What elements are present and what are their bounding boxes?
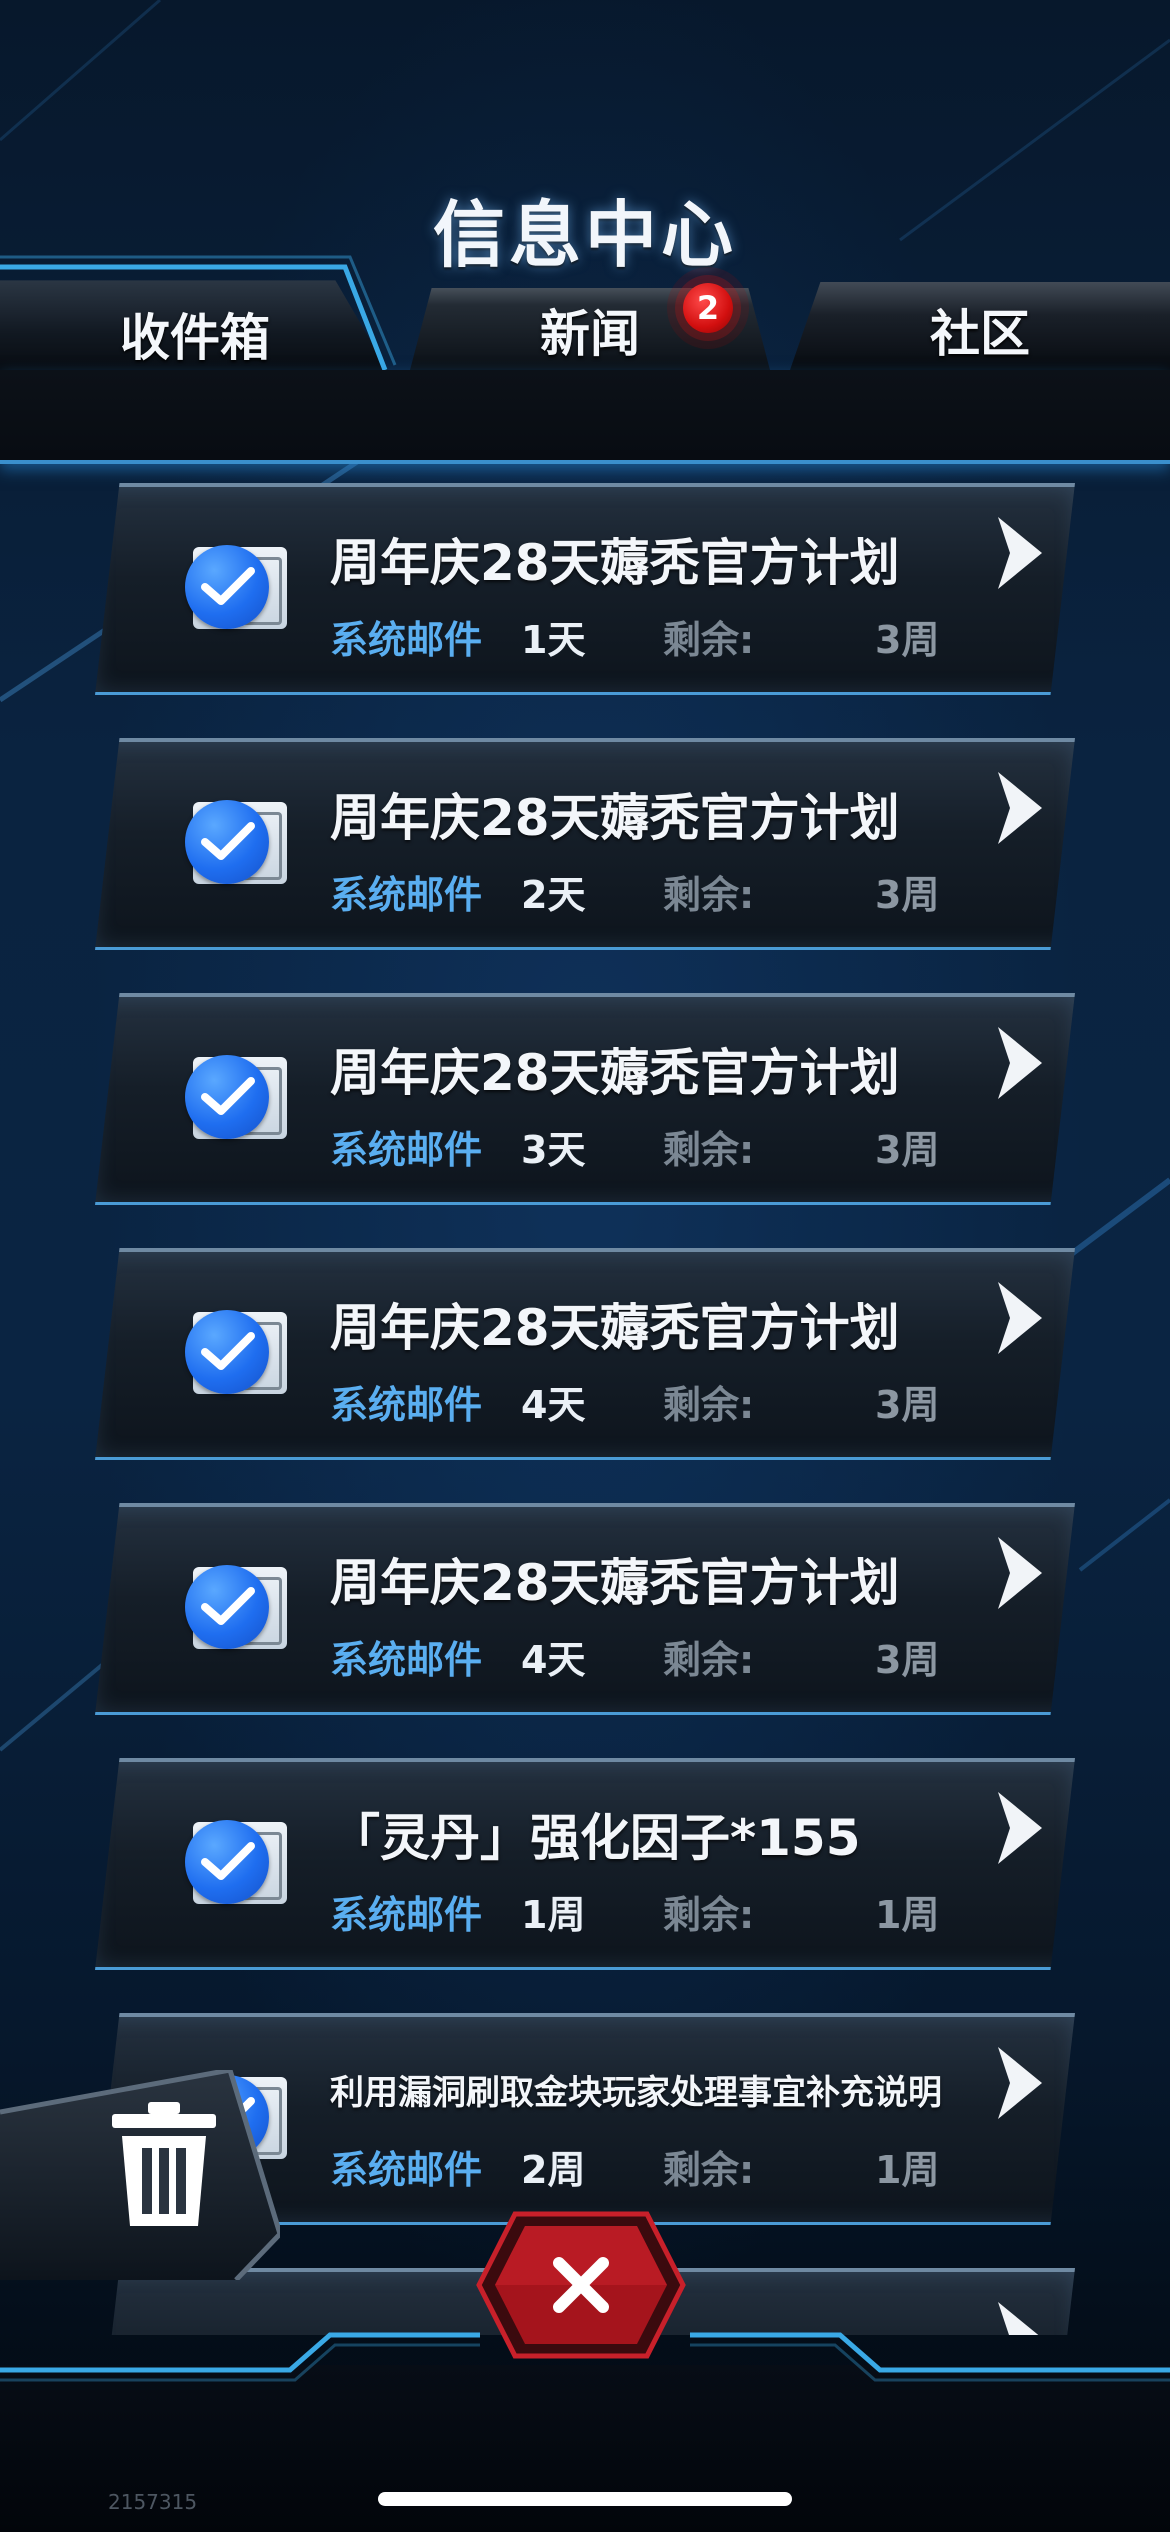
check-icon xyxy=(185,545,269,629)
mail-age: 4天 xyxy=(521,1638,586,1682)
chevron-right-icon[interactable] xyxy=(990,1278,1050,1358)
chevron-right-icon[interactable] xyxy=(990,513,1050,593)
mail-remaining-label: 剩余: xyxy=(663,873,755,917)
mail-age: 4天 xyxy=(521,1383,586,1427)
chevron-right-icon[interactable] xyxy=(990,2043,1050,2123)
mail-remaining-value: 1周 xyxy=(875,1893,940,1937)
mail-item[interactable]: 周年庆28天薅秃官方计划 系统邮件 2天 剩余: 3周 xyxy=(95,738,1075,950)
mail-read-icon xyxy=(185,541,289,633)
mail-title: 周年庆28天薅秃官方计划 xyxy=(330,1044,900,1102)
mail-sender: 系统邮件 xyxy=(330,618,483,662)
check-icon xyxy=(185,800,269,884)
tab-underbar xyxy=(0,370,1170,464)
mail-title: 周年庆28天薅秃官方计划 xyxy=(330,789,900,847)
chevron-right-icon[interactable] xyxy=(990,768,1050,848)
notification-badge: 2 xyxy=(683,283,733,333)
mail-sender: 系统邮件 xyxy=(330,1383,483,1427)
tab-news-label: 新闻 xyxy=(540,305,640,363)
mail-read-icon xyxy=(185,796,289,888)
mail-title: 利用漏洞刷取金块玩家处理事宜补充说明 xyxy=(330,2073,942,2113)
tab-community[interactable]: 社区 xyxy=(790,282,1170,370)
mail-remaining-label: 剩余: xyxy=(663,1638,755,1682)
mail-age: 1天 xyxy=(521,618,586,662)
chevron-right-icon[interactable] xyxy=(990,1788,1050,1868)
mail-remaining-label: 剩余: xyxy=(663,618,755,662)
mail-read-icon xyxy=(185,1051,289,1143)
mail-age: 2周 xyxy=(521,2148,586,2192)
check-icon xyxy=(185,1820,269,1904)
mail-item[interactable]: 周年庆28天薅秃官方计划 系统邮件 4天 剩余: 3周 xyxy=(95,1503,1075,1715)
mail-sender: 系统邮件 xyxy=(330,1638,483,1682)
mail-title: 周年庆28天薅秃官方计划 xyxy=(330,1554,900,1612)
mail-title: 「灵丹」强化因子*155 xyxy=(330,1809,861,1867)
mail-sender: 系统邮件 xyxy=(330,873,483,917)
mail-item[interactable]: 周年庆28天薅秃官方计划 系统邮件 3天 剩余: 3周 xyxy=(95,993,1075,1205)
check-icon xyxy=(185,1310,269,1394)
mail-title: 周年庆28天薅秃官方计划 xyxy=(330,1299,900,1357)
chevron-right-icon[interactable] xyxy=(990,1023,1050,1103)
screen: 信息中心 收件箱 新闻 社区 2 周年庆28天薅秃官方计划 系统邮件 1天 剩余… xyxy=(0,0,1170,2532)
home-indicator[interactable] xyxy=(378,2492,792,2506)
mail-item[interactable]: 周年庆28天薅秃官方计划 系统邮件 4天 剩余: 3周 xyxy=(95,1248,1075,1460)
mail-remaining-value: 3周 xyxy=(875,618,940,662)
build-id: 2157315 xyxy=(108,2490,198,2514)
mail-age: 2天 xyxy=(521,873,586,917)
mail-item[interactable]: 「灵丹」强化因子*155 系统邮件 1周 剩余: 1周 xyxy=(95,1758,1075,1970)
mail-remaining-value: 1周 xyxy=(875,2148,940,2192)
check-icon xyxy=(185,1055,269,1139)
close-button[interactable] xyxy=(475,2210,687,2360)
streak xyxy=(0,0,161,142)
mail-sender: 系统邮件 xyxy=(330,1893,483,1937)
tab-inbox-label: 收件箱 xyxy=(120,309,270,367)
tab-community-label: 社区 xyxy=(930,305,1030,363)
chevron-right-icon[interactable] xyxy=(990,1533,1050,1613)
page-title: 信息中心 xyxy=(432,193,737,277)
mail-sender: 系统邮件 xyxy=(330,1128,483,1172)
trash-icon xyxy=(112,2102,216,2226)
mail-read-icon xyxy=(185,1816,289,1908)
mail-age: 3天 xyxy=(521,1128,586,1172)
mail-remaining-label: 剩余: xyxy=(663,2148,755,2192)
mail-remaining-value: 3周 xyxy=(875,1638,940,1682)
mail-title: 周年庆28天薅秃官方计划 xyxy=(330,534,900,592)
mail-remaining-value: 3周 xyxy=(875,873,940,917)
mail-read-icon xyxy=(185,1561,289,1653)
mail-remaining-value: 3周 xyxy=(875,1383,940,1427)
mail-age: 1周 xyxy=(521,1893,586,1937)
check-icon xyxy=(185,1565,269,1649)
tab-inbox[interactable]: 收件箱 xyxy=(0,280,390,374)
mail-remaining-label: 剩余: xyxy=(663,1893,755,1937)
mail-item[interactable]: 周年庆28天薅秃官方计划 系统邮件 1天 剩余: 3周 xyxy=(95,483,1075,695)
mail-sender: 系统邮件 xyxy=(330,2148,483,2192)
mail-list[interactable]: 周年庆28天薅秃官方计划 系统邮件 1天 剩余: 3周 周年庆28天薅秃官方计划… xyxy=(0,475,1170,2335)
mail-remaining-label: 剩余: xyxy=(663,1383,755,1427)
mail-remaining-label: 剩余: xyxy=(663,1128,755,1172)
mail-remaining-value: 3周 xyxy=(875,1128,940,1172)
mail-read-icon xyxy=(185,1306,289,1398)
